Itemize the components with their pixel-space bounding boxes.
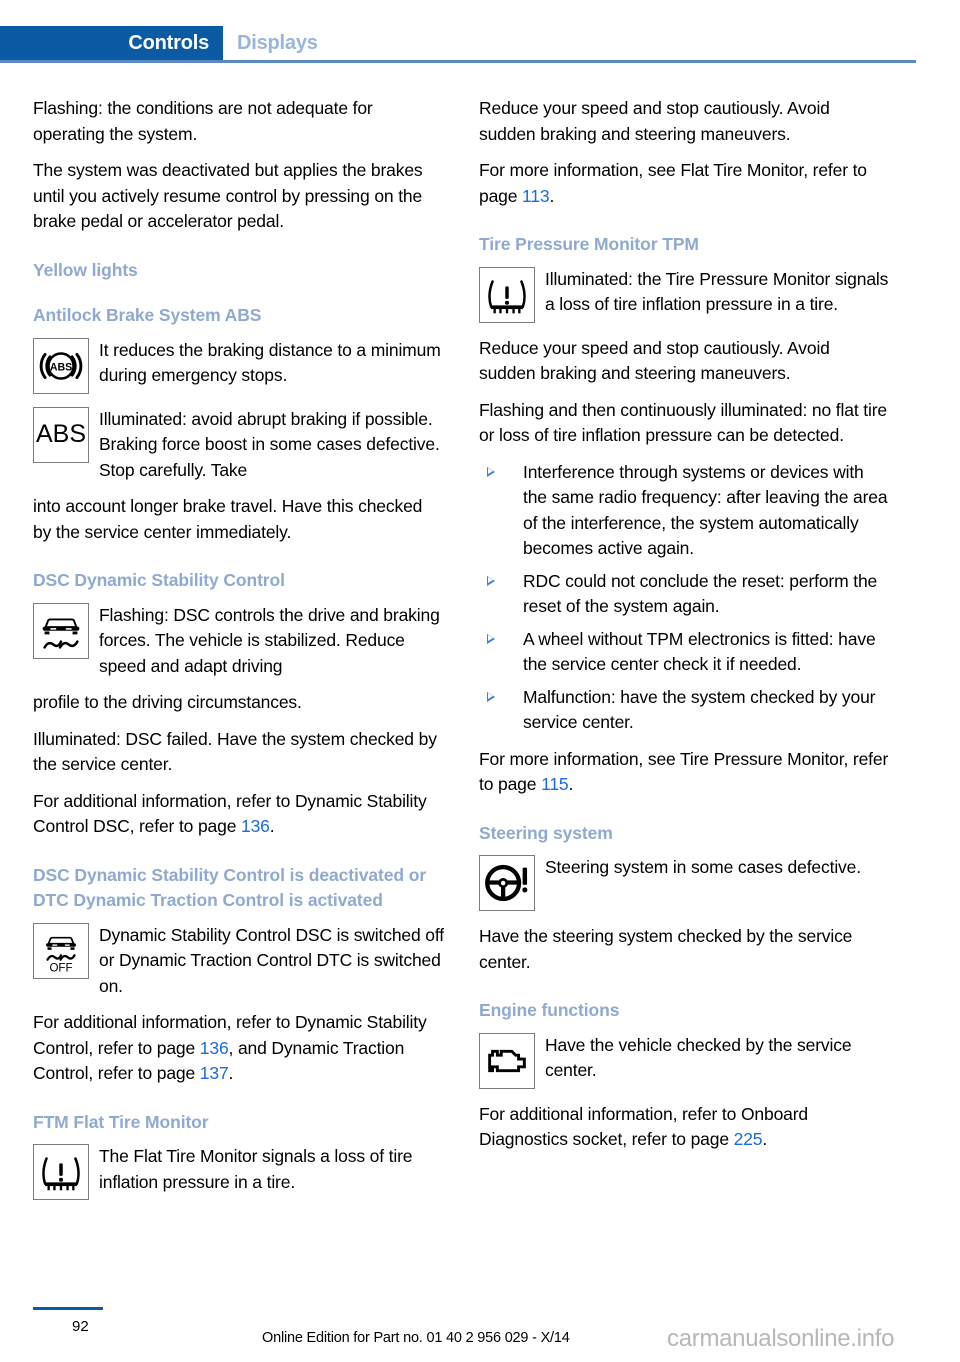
- watermark: carmanualsonline.info: [667, 1325, 895, 1352]
- dsc-off-more-info: For additional information, refer to Dyn…: [33, 1010, 444, 1087]
- tpm-more-info: For more information, see Tire Pressure …: [479, 747, 890, 798]
- tpm-bullet-list: Interference through systems or devices …: [479, 460, 890, 736]
- dsc-more-info-b: .: [269, 816, 275, 836]
- heading-dsc: DSC Dynamic Stability Control: [33, 570, 285, 590]
- steering-wheel-warning-icon-art: [485, 864, 528, 902]
- engine-more-info: For additional information, refer to On­…: [479, 1102, 890, 1153]
- footer-divider: [33, 1307, 103, 1310]
- dsc-car-skid-icon: [33, 602, 89, 659]
- paragraph-deactivated: The system was deactivated but applies t…: [33, 160, 423, 231]
- dsc-off-icon: OFF: [33, 922, 89, 979]
- dsc-more-info-a: For additional information, refer to Dyn…: [33, 790, 427, 837]
- triangle-bullet-icon: [487, 575, 495, 586]
- tpm-flashing-text: Flashing and then continuously illuminat…: [479, 399, 887, 446]
- heading-antilock-brake-system: Antilock Brake System ABS: [33, 305, 262, 325]
- dsc-illuminated-text: Illuminated: DSC failed. Have the system…: [33, 728, 437, 775]
- list-item-label: A wheel without TPM electronics is fitte…: [523, 628, 876, 675]
- abs-text-icon-label: ABS: [35, 420, 87, 448]
- page-ref-225-obd[interactable]: 225: [734, 1129, 763, 1149]
- abs-ring-block: ABS It reduces the braking distance to a…: [33, 337, 444, 396]
- triangle-bullet-icon: [487, 691, 495, 702]
- triangle-bullet-icon: [487, 633, 495, 644]
- list-item-label: RDC could not conclude the reset: perfor…: [523, 570, 878, 617]
- paragraph-flashing: Flashing: the conditions are not adequat…: [33, 98, 373, 144]
- left-column: Flashing: the conditions are not adequat…: [33, 96, 444, 1213]
- tpm-block: Illuminated: the Tire Pressure Monitor s…: [479, 266, 890, 325]
- tab-displays[interactable]: Displays: [237, 26, 318, 60]
- heading-ftm: FTM Flat Tire Monitor: [33, 1111, 209, 1132]
- tire-pressure-warning-icon-art: [42, 1157, 80, 1191]
- page-ref-113-ftm[interactable]: 113: [522, 186, 550, 206]
- tab-controls[interactable]: Controls: [0, 26, 223, 60]
- list-item: Malfunction: have the system checked by …: [479, 685, 890, 736]
- dsc-off-text: Dynamic Stability Control DSC is switche…: [99, 924, 444, 996]
- right-column: Reduce your speed and stop cautiously. A…: [479, 96, 890, 1164]
- dsc-flashing-text: Flashing: DSC controls the drive and bra…: [99, 604, 440, 676]
- svg-text:OFF: OFF: [49, 962, 72, 974]
- abs-ring-text: It reduces the braking distance to a min…: [99, 339, 441, 386]
- dsc-car-skid-icon-art: [42, 617, 80, 649]
- abs-text-icon: ABS: [33, 406, 89, 463]
- dsc-off-more-c: .: [228, 1063, 234, 1083]
- check-engine-icon: [479, 1032, 535, 1089]
- steering-wheel-warning-icon: [479, 855, 535, 911]
- list-item-label: Interference through systems or devices …: [523, 461, 888, 559]
- heading-tpm: Tire Pressure Monitor TPM: [479, 234, 699, 254]
- tpm-more-b: .: [568, 774, 574, 794]
- heading-yellow-lights: Yellow lights: [33, 259, 138, 280]
- page-ref-136-dsc[interactable]: 136: [241, 816, 270, 836]
- page-number: 92: [72, 1318, 89, 1335]
- tire-pressure-warning-icon: [33, 1144, 89, 1200]
- heading-dsc-deactivated: DSC Dynamic Stability Control is deactiv…: [33, 864, 427, 911]
- engine-block: Have the vehicle checked by the serv­ice…: [479, 1032, 890, 1091]
- heading-engine-functions: Engine functions: [479, 1000, 620, 1020]
- ftm-text: The Flat Tire Monitor signals a loss of …: [99, 1146, 413, 1192]
- dsc-more-info-text: For additional information, refer to Dyn…: [33, 789, 444, 840]
- ftm-block: The Flat Tire Monitor signals a loss of …: [33, 1144, 444, 1202]
- dsc-block: Flashing: DSC controls the drive and bra…: [33, 602, 444, 680]
- page-ref-115-tpm[interactable]: 115: [541, 774, 569, 794]
- engine-more-b: .: [762, 1129, 768, 1149]
- engine-check-text: Have the vehicle checked by the serv­ice…: [545, 1034, 852, 1081]
- dsc-off-icon-art: OFF: [46, 936, 76, 974]
- page-header: Controls Displays: [0, 26, 960, 60]
- abs-ring-icon: ABS: [33, 337, 89, 394]
- steering-check-text: Have the steering system checked by the …: [479, 926, 853, 972]
- page-ref-136-dsc-off[interactable]: 136: [200, 1038, 229, 1058]
- abs-illuminated-text: Illuminated: avoid abrupt braking if pos…: [99, 408, 440, 480]
- list-item-label: Malfunction: have the system checked by …: [523, 686, 876, 733]
- edition-note: Online Edition for Part no. 01 40 2 956 …: [262, 1330, 570, 1346]
- list-item: RDC could not conclude the reset: perfor…: [479, 569, 890, 620]
- triangle-bullet-icon: [487, 466, 495, 477]
- svg-text:ABS: ABS: [50, 361, 72, 373]
- check-engine-icon-art: [488, 1049, 526, 1072]
- paragraph-more-info-ftm: For more information, see Flat Tire Moni…: [479, 158, 890, 209]
- tire-pressure-warning-icon-art: [488, 279, 526, 313]
- tpm-reduce-speed: Reduce your speed and stop cautiously. A…: [479, 337, 830, 384]
- abs-ring-icon-art: ABS: [39, 351, 83, 380]
- header-divider: [0, 60, 916, 63]
- dsc-flashing-text-cont: profile to the driving circumstances.: [33, 692, 302, 712]
- tpm-illuminated-text: Illuminated: the Tire Pressure Monitor s…: [545, 268, 889, 315]
- abs-text-block: ABS Illuminated: avoid abrupt braking if…: [33, 406, 444, 484]
- dsc-off-block: OFF Dynamic Stability Control DSC is swi…: [33, 922, 444, 1000]
- list-item: Interference through systems or devices …: [479, 460, 890, 562]
- more-info-ftm-b: .: [549, 185, 555, 206]
- list-item: A wheel without TPM electronics is fitte…: [479, 627, 890, 678]
- paragraph-reduce-speed: Reduce your speed and stop cautiously. A…: [479, 98, 830, 144]
- tire-pressure-warning-icon: [479, 266, 535, 323]
- steering-block: Steering system in some cases defec­tive…: [479, 855, 890, 913]
- abs-illuminated-text-cont: into account longer brake travel. Have t…: [33, 496, 423, 542]
- steering-defective-text: Steering system in some cases defec­tive…: [545, 857, 861, 877]
- heading-steering-system: Steering system: [479, 822, 613, 843]
- page-ref-137-dtc[interactable]: 137: [200, 1063, 229, 1083]
